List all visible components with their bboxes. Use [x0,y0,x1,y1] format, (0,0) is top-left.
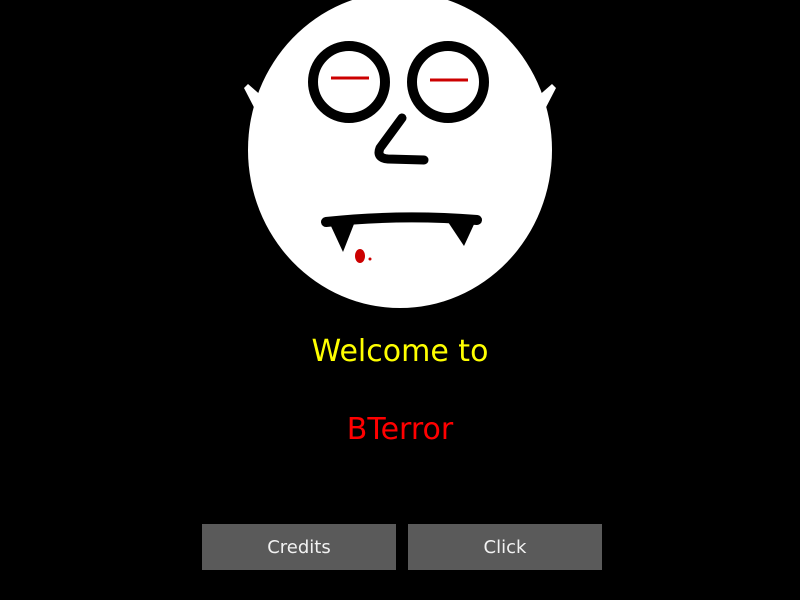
vampire-face-icon [244,0,556,308]
credits-button[interactable]: Credits [202,524,396,570]
app-screen: Welcome to BTerror Credits Click [0,0,800,600]
app-title: BTerror [346,412,454,447]
click-button[interactable]: Click [408,524,602,570]
welcome-text: Welcome to [311,334,489,369]
